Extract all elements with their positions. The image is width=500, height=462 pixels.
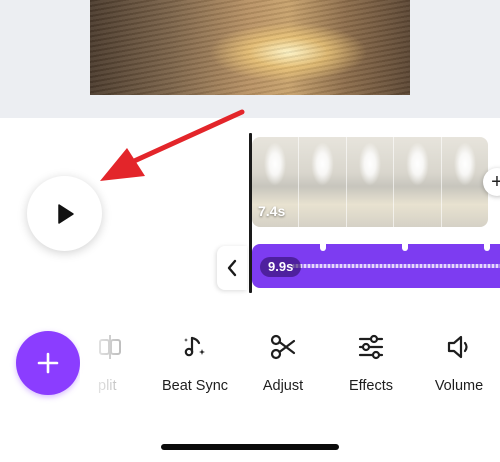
- beat-sync-icon: [184, 336, 205, 357]
- toolbar-effects-label: Effects: [348, 378, 394, 394]
- clip-duration-label: 7.4s: [258, 203, 286, 219]
- toolbar-fade: [80, 325, 120, 405]
- playhead[interactable]: [249, 133, 252, 293]
- beat-marker: [402, 244, 408, 251]
- toolbar-beat-sync-button[interactable]: Beat Sync: [155, 333, 235, 394]
- beat-marker: [484, 244, 490, 251]
- toolbar-effects-button[interactable]: Effects: [331, 333, 411, 394]
- toolbar-volume-label: Volume: [434, 378, 484, 394]
- toolbar-adjust-button[interactable]: Adjust: [243, 333, 323, 394]
- clip-thumbnail: [299, 137, 347, 227]
- toolbar-adjust-label: Adjust: [262, 378, 304, 394]
- video-preview-area: [0, 0, 500, 118]
- toolbar-beat-sync-label: Beat Sync: [161, 378, 229, 394]
- collapse-timeline-button[interactable]: [217, 246, 247, 290]
- toolbar-volume-button[interactable]: Volume: [419, 333, 499, 394]
- home-indicator[interactable]: [161, 444, 339, 450]
- clip-thumbnail: [394, 137, 442, 227]
- plus-icon: +: [491, 170, 500, 193]
- video-preview-frame[interactable]: [90, 0, 410, 95]
- play-icon: [57, 203, 74, 224]
- plus-icon: [37, 352, 59, 374]
- clip-thumbnail: [346, 137, 395, 227]
- video-clip[interactable]: [252, 137, 488, 227]
- speaker-icon: [447, 335, 468, 359]
- chevron-left-icon: [227, 259, 237, 277]
- audio-waveform: [292, 264, 500, 268]
- clip-thumbnail: [441, 137, 488, 227]
- audio-track[interactable]: 9.9s: [252, 244, 500, 288]
- beat-marker: [320, 244, 326, 251]
- play-button[interactable]: [27, 176, 102, 251]
- scissors-icon: [270, 334, 296, 360]
- sliders-icon: [358, 334, 384, 360]
- audio-duration-label: 9.9s: [260, 257, 302, 277]
